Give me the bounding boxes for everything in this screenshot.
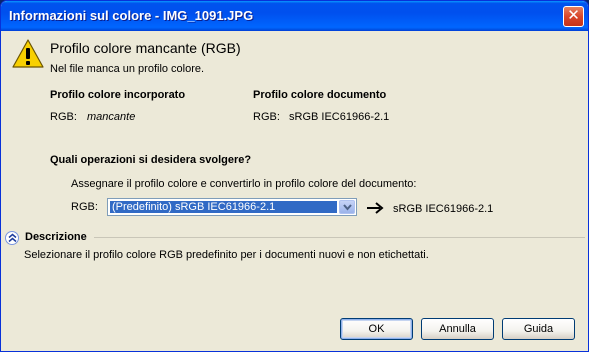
- embedded-rgb-value: mancante: [87, 111, 136, 123]
- select-rgb-label: RGB:: [71, 201, 98, 213]
- rgb-profile-selected-value: (Predefinito) sRGB IEC61966-2.1: [110, 201, 337, 213]
- description-separator: [94, 237, 585, 238]
- message-heading: Profilo colore mancante (RGB): [50, 40, 241, 56]
- document-profile-header: Profilo colore documento: [253, 89, 387, 101]
- description-toggle-button[interactable]: [5, 231, 19, 245]
- document-rgb-label: RGB:: [253, 111, 280, 123]
- dropdown-button[interactable]: [339, 200, 355, 214]
- double-chevron-up-icon: [8, 233, 17, 243]
- title-bar[interactable]: Informazioni sul colore - IMG_1091.JPG ✕: [1, 1, 588, 31]
- color-info-dialog: Informazioni sul colore - IMG_1091.JPG ✕…: [0, 0, 589, 352]
- help-button[interactable]: Guida: [502, 318, 575, 340]
- embedded-profile-header: Profilo colore incorporato: [50, 89, 186, 101]
- description-header: Descrizione: [25, 231, 87, 243]
- target-profile-value: sRGB IEC61966-2.1: [393, 203, 494, 215]
- window-title: Informazioni sul colore - IMG_1091.JPG: [9, 8, 254, 23]
- dialog-body: Profilo colore mancante (RGB) Nel file m…: [4, 31, 585, 349]
- description-text: Selezionare il profilo colore RGB predef…: [24, 249, 429, 261]
- message-subtext: Nel file manca un profilo colore.: [50, 63, 205, 75]
- rgb-profile-select[interactable]: (Predefinito) sRGB IEC61966-2.1: [107, 198, 357, 216]
- chevron-down-icon: [343, 204, 352, 211]
- close-button[interactable]: ✕: [563, 6, 584, 27]
- warning-icon: [12, 39, 44, 68]
- close-icon: ✕: [567, 7, 580, 24]
- embedded-rgb-label: RGB:: [50, 111, 77, 123]
- ok-button[interactable]: OK: [340, 318, 413, 340]
- cancel-button[interactable]: Annulla: [421, 318, 494, 340]
- document-rgb-value: sRGB IEC61966-2.1: [289, 111, 390, 123]
- arrow-right-icon: [367, 202, 384, 214]
- operations-question: Quali operazioni si desidera svolgere?: [50, 154, 252, 166]
- operations-instruction: Assegnare il profilo colore e convertirl…: [71, 178, 417, 190]
